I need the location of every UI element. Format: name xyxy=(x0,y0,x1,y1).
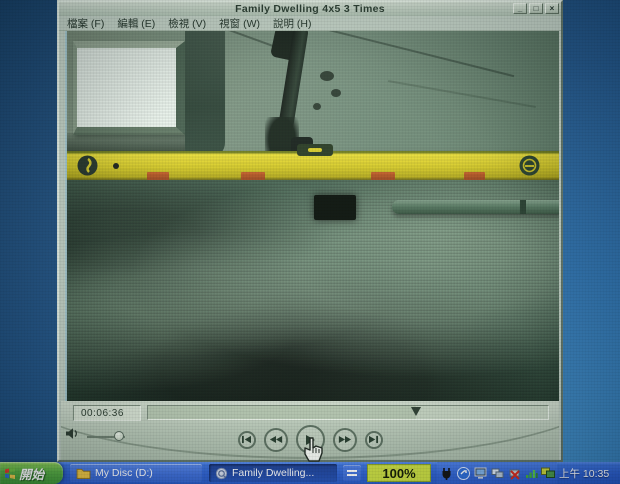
system-tray xyxy=(437,462,557,484)
battery-percent: 100% xyxy=(382,466,415,481)
menubar: 檔案 (F) 編輯 (E) 檢視 (V) 視窗 (W) 說明 (H) xyxy=(59,16,561,31)
maximize-button[interactable]: □ xyxy=(529,3,543,14)
timecode-display: 00:06:36 xyxy=(73,405,141,421)
minimize-button[interactable]: _ xyxy=(513,3,527,14)
taskbar-item-label: My Disc (D:) xyxy=(95,467,153,479)
menu-window[interactable]: 視窗 (W) xyxy=(219,16,260,31)
jump-to-start-icon xyxy=(241,435,252,444)
connection-error-icon[interactable] xyxy=(507,466,521,480)
start-button[interactable]: 開始 xyxy=(0,462,63,484)
seek-fill xyxy=(148,406,416,419)
signal-strength-icon[interactable] xyxy=(524,466,538,480)
minimized-window-button[interactable] xyxy=(343,465,361,481)
level-end-vial-right xyxy=(519,155,540,176)
taskbar-item-my-disc[interactable]: My Disc (D:) xyxy=(70,464,202,482)
quicktime-icon xyxy=(215,467,228,480)
video-viewport xyxy=(65,31,559,401)
level-end-vial-left xyxy=(77,155,98,176)
jump-to-end-button[interactable] xyxy=(365,431,383,449)
menu-file[interactable]: 檔案 (F) xyxy=(67,16,104,31)
seek-bar[interactable] xyxy=(147,405,549,420)
power-plug-icon[interactable] xyxy=(439,466,453,480)
spirit-level xyxy=(67,151,559,180)
windows-flag-icon xyxy=(4,467,16,479)
window-controls: _ □ × xyxy=(513,3,559,14)
play-button[interactable] xyxy=(296,425,325,454)
jump-to-end-icon xyxy=(368,435,379,444)
level-center-vial xyxy=(297,144,333,156)
wall-stain xyxy=(320,71,334,81)
taskbar-clock[interactable]: 上午 10:35 xyxy=(559,466,609,481)
window-title: Family Dwelling 4x5 3 Times xyxy=(235,3,385,15)
wall-upper xyxy=(67,31,559,153)
battery-indicator[interactable]: 100% xyxy=(367,464,431,482)
player-icon[interactable] xyxy=(456,466,470,480)
transport-controls xyxy=(61,425,559,454)
horizontal-pipe xyxy=(392,200,559,214)
level-hole xyxy=(113,163,119,169)
wall-stain xyxy=(331,89,341,97)
desktop: Family Dwelling 4x5 3 Times _ □ × 檔案 (F)… xyxy=(0,0,620,484)
taskbar: 開始 My Disc (D:) Family Dwelling... 100% xyxy=(0,462,620,484)
rewind-button[interactable] xyxy=(264,428,288,452)
pipe-joint xyxy=(520,200,526,214)
window-opening xyxy=(73,41,185,135)
display-settings-icon[interactable] xyxy=(473,466,487,480)
play-icon xyxy=(304,434,316,446)
shadow-column xyxy=(185,31,225,157)
wall-stain xyxy=(313,103,321,110)
taskbar-item-label: Family Dwelling... xyxy=(232,467,314,479)
dual-monitor-icon[interactable] xyxy=(541,466,555,480)
titlebar[interactable]: Family Dwelling 4x5 3 Times _ □ × xyxy=(59,2,561,16)
menu-edit[interactable]: 編輯 (E) xyxy=(117,16,155,31)
jump-to-start-button[interactable] xyxy=(238,431,256,449)
menu-help[interactable]: 說明 (H) xyxy=(273,16,312,31)
wall-lower xyxy=(67,180,559,401)
wall-crack xyxy=(320,31,514,77)
player-window: Family Dwelling 4x5 3 Times _ □ × 檔案 (F)… xyxy=(57,0,563,462)
player-controller: 00:06:36 xyxy=(61,401,559,460)
fast-forward-button[interactable] xyxy=(333,428,357,452)
network-status-icon[interactable] xyxy=(490,466,504,480)
rewind-icon xyxy=(269,435,283,444)
fast-forward-icon xyxy=(338,435,352,444)
folder-icon xyxy=(76,467,91,479)
close-button[interactable]: × xyxy=(545,3,559,14)
menu-view[interactable]: 檢視 (V) xyxy=(168,16,206,31)
start-label: 開始 xyxy=(19,464,44,483)
seek-thumb[interactable] xyxy=(411,407,421,416)
timecode-text: 00:06:36 xyxy=(81,408,124,419)
wall-hole xyxy=(314,195,356,220)
wall-crack xyxy=(388,80,536,108)
taskbar-item-family-dwelling[interactable]: Family Dwelling... xyxy=(209,464,337,482)
